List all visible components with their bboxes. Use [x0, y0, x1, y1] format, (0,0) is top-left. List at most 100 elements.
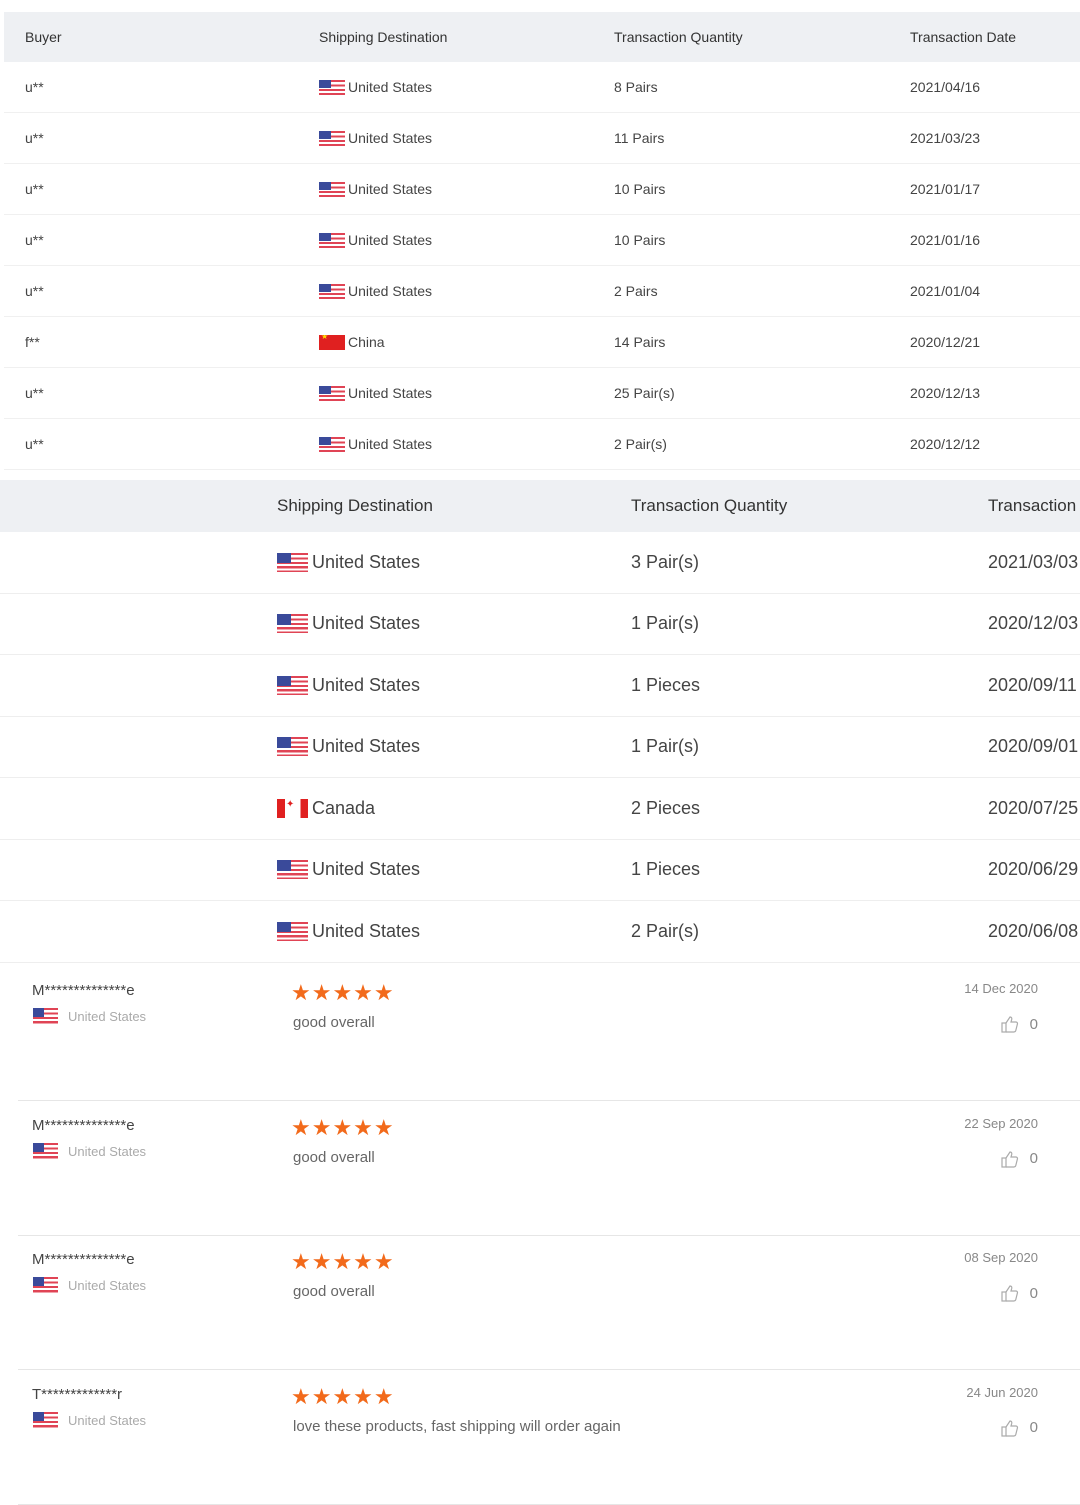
- country: China: [348, 334, 385, 350]
- date: 2020/07/25: [988, 797, 1079, 818]
- destination: United States: [277, 613, 420, 634]
- helpful-button[interactable]: 0: [1000, 1014, 1038, 1034]
- destination: United States: [319, 130, 432, 146]
- destination: United States: [277, 552, 420, 573]
- helpful-button[interactable]: 0: [1000, 1283, 1038, 1303]
- country: United States: [348, 385, 433, 401]
- country: Canada: [312, 797, 376, 818]
- transactions-table-1: Buyer Shipping Destination Transaction Q…: [4, 12, 1080, 470]
- quantity: 2 Pieces: [631, 797, 701, 818]
- buyer: f**: [25, 334, 40, 350]
- flag-us-icon: [277, 675, 308, 695]
- quantity: 2 Pair(s): [631, 920, 700, 941]
- destination: Canada: [277, 798, 375, 819]
- buyer: u**: [25, 79, 44, 95]
- helpful-button[interactable]: 0: [1000, 1418, 1038, 1438]
- reviewer-country: United States: [33, 1142, 146, 1160]
- flag-us-icon: [319, 181, 345, 197]
- buyer: u**: [25, 385, 44, 401]
- table-row: United States 2 Pair(s) 2020/06/08: [0, 901, 1080, 963]
- flag-us-icon: [319, 79, 345, 95]
- date: 2021/03/23: [910, 130, 981, 146]
- flag-us-icon: [33, 1008, 58, 1025]
- country: United States: [312, 674, 421, 695]
- destination: United States: [319, 436, 432, 452]
- destination: United States: [319, 283, 432, 299]
- date: 2021/01/17: [910, 181, 981, 197]
- reviewer-country: United States: [33, 1277, 146, 1294]
- table-header: Shipping Destination Transaction Quantit…: [0, 480, 1080, 532]
- header-date: Transaction Date: [910, 29, 1017, 45]
- flag-cn-icon: [319, 334, 345, 350]
- quantity: 25 Pair(s): [614, 385, 675, 401]
- buyer: u**: [25, 436, 44, 452]
- quantity: 2 Pair(s): [614, 436, 667, 452]
- star-rating: ★★★★★: [291, 1249, 395, 1274]
- quantity: 1 Pieces: [631, 859, 701, 880]
- header-quantity: Transaction Quantity: [631, 496, 788, 515]
- thumbs-up-icon: [1001, 1016, 1018, 1033]
- destination: United States: [277, 736, 420, 757]
- flag-us-icon: [277, 860, 308, 880]
- flag-us-icon: [319, 283, 345, 299]
- quantity: 2 Pairs: [614, 283, 658, 299]
- quantity: 3 Pair(s): [631, 551, 700, 572]
- review-item: M**************e United States ★★★★★ goo…: [18, 966, 1080, 1101]
- flag-us-icon: [319, 130, 345, 146]
- country: United States: [348, 181, 433, 197]
- flag-us-icon: [33, 1411, 58, 1429]
- reviewer-country: United States: [33, 1411, 147, 1429]
- header-quantity: Transaction Quantity: [614, 29, 743, 45]
- country: United States: [348, 130, 433, 146]
- destination: United States: [319, 79, 432, 95]
- like-count: 0: [1029, 1150, 1038, 1167]
- thumbs-up-icon: [1001, 1150, 1018, 1168]
- date: 2020/06/29: [988, 859, 1079, 880]
- header-destination: Shipping Destination: [319, 29, 448, 45]
- quantity: 1 Pair(s): [631, 736, 700, 757]
- flag-ca-icon: [277, 798, 308, 818]
- flag-us-icon: [319, 385, 345, 401]
- table-row: u** United States 11 Pairs 2021/03/23: [4, 113, 1080, 164]
- review-date: 24 Jun 2020: [966, 1384, 1038, 1400]
- table-row: Canada 2 Pieces 2020/07/25: [0, 778, 1080, 840]
- date: 2020/12/13: [910, 385, 981, 401]
- table-header: Buyer Shipping Destination Transaction Q…: [4, 12, 1080, 62]
- quantity: 14 Pairs: [614, 334, 666, 350]
- country: United States: [312, 551, 421, 572]
- thumbs-up-icon: [1001, 1285, 1018, 1302]
- reviewer-name: M**************e: [32, 1251, 135, 1268]
- flag-us-icon: [319, 436, 345, 452]
- country: United States: [312, 736, 421, 757]
- table-row: United States 1 Pieces 2020/09/11: [0, 655, 1080, 717]
- table-row: United States 3 Pair(s) 2021/03/03: [0, 532, 1080, 594]
- country: United States: [68, 1278, 147, 1293]
- like-count: 0: [1029, 1015, 1038, 1033]
- country: United States: [312, 859, 421, 880]
- destination: United States: [319, 181, 432, 197]
- buyer: u**: [25, 181, 44, 197]
- review-text: good overall: [293, 1148, 375, 1166]
- flag-us-icon: [277, 614, 308, 634]
- quantity: 1 Pair(s): [631, 613, 700, 634]
- helpful-button[interactable]: 0: [1000, 1149, 1038, 1169]
- destination: United States: [277, 859, 420, 880]
- review-item: T*************r United States ★★★★★ love…: [18, 1370, 1080, 1505]
- review-text: good overall: [293, 1283, 375, 1300]
- review-text: good overall: [293, 1014, 375, 1031]
- header-buyer: Buyer: [25, 29, 62, 45]
- table-row: United States 1 Pair(s) 2020/12/03: [0, 594, 1080, 655]
- thumbs-up-icon: [1001, 1419, 1018, 1437]
- country: United States: [68, 1412, 147, 1428]
- date: 2021/01/04: [910, 283, 981, 299]
- star-rating: ★★★★★: [291, 980, 395, 1005]
- country: United States: [312, 920, 421, 941]
- quantity: 10 Pairs: [614, 181, 666, 197]
- star-rating: ★★★★★: [291, 1383, 395, 1409]
- country: United States: [348, 79, 433, 95]
- flag-us-icon: [33, 1277, 58, 1294]
- country: United States: [348, 436, 433, 452]
- country: United States: [312, 613, 421, 634]
- review-date: 22 Sep 2020: [964, 1115, 1038, 1131]
- like-count: 0: [1029, 1419, 1038, 1436]
